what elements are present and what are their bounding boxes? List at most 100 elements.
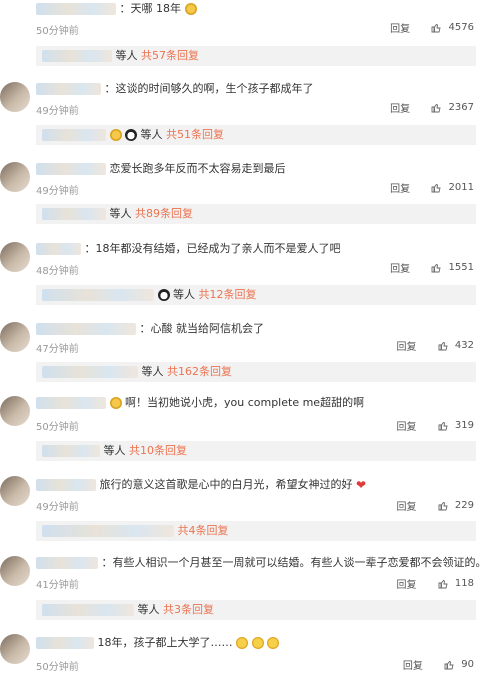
comment-7: 旅行的意义这首歌是心中的白月光，希望女神过的好 ❤ (36, 478, 476, 492)
reply-summary-text[interactable]: 共4条回复 (178, 524, 229, 537)
comment-time: 49分钟前 (36, 106, 79, 117)
avatar[interactable] (0, 162, 30, 192)
reply-summary[interactable]: 等人 共3条回复 (36, 600, 476, 620)
comment-5: ：心酸 就当给阿信机会了 (36, 322, 476, 336)
blurred-username[interactable] (36, 243, 81, 255)
reply-summary-text[interactable]: 等人 共10条回复 (104, 444, 188, 457)
chick-emoji-icon (109, 129, 122, 141)
blurred-username[interactable] (36, 397, 106, 409)
comment-text: ：心酸 就当给阿信机会了 (139, 322, 265, 335)
blurred-usernames (42, 445, 100, 457)
reply-summary[interactable]: 等人 共10条回复 (36, 441, 476, 461)
blurred-usernames (42, 604, 134, 616)
thumbs-up-icon[interactable] (438, 421, 448, 431)
comment-actions: 回复 4576 (390, 20, 474, 35)
reply-summary-text[interactable]: 等人 共12条回复 (173, 288, 257, 301)
like-count: 90 (461, 659, 474, 670)
blurred-usernames (42, 366, 138, 378)
reply-button[interactable]: 回复 (390, 104, 410, 115)
comment-text: 18年，孩子都上大学了…… (97, 636, 233, 649)
heart-emoji-icon: ❤ (356, 478, 367, 492)
comment-text: 恋爱长跑多年反而不太容易走到最后 (109, 162, 286, 175)
reply-button[interactable]: 回复 (390, 264, 410, 275)
reply-summary[interactable]: 等人 共162条回复 (36, 362, 476, 382)
comment-time: 41分钟前 (36, 580, 79, 591)
comment-6: 啊！当初她说小虎，you complete me超甜的啊 (36, 396, 476, 410)
blurred-username[interactable] (36, 323, 136, 335)
reply-summary[interactable]: 等人 共57条回复 (36, 46, 476, 66)
reply-summary-text[interactable]: 等人 共57条回复 (116, 49, 200, 62)
comment-text: ：这谈的时间够久的啊，生个孩子都成年了 (104, 82, 314, 95)
reply-button[interactable]: 回复 (403, 661, 423, 672)
comment-time: 50分钟前 (36, 26, 79, 37)
reply-summary-text[interactable]: 等人 共3条回复 (138, 603, 215, 616)
comment-3: 恋爱长跑多年反而不太容易走到最后 (36, 162, 476, 176)
comment-time: 49分钟前 (36, 186, 79, 197)
panda-emoji-icon (157, 289, 170, 301)
avatar[interactable] (0, 476, 30, 506)
comment-text: 旅行的意义这首歌是心中的白月光，希望女神过的好 (99, 478, 353, 491)
comment-actions: 回复 229 (397, 498, 474, 513)
reply-summary[interactable]: 等人 共89条回复 (36, 204, 476, 224)
laugh-emoji-icon (236, 637, 248, 649)
blurred-username[interactable] (36, 163, 106, 175)
comment-4: ：18年都没有结婚，已经成为了亲人而不是爱人了吧 (36, 242, 476, 256)
avatar[interactable] (0, 82, 30, 112)
blurred-username[interactable] (36, 83, 101, 95)
comment-time: 48分钟前 (36, 266, 79, 277)
comment-actions: 回复 90 (403, 657, 474, 672)
thumbs-up-icon[interactable] (444, 660, 454, 670)
comment-actions: 回复 432 (397, 338, 474, 353)
thumbs-up-icon[interactable] (431, 263, 441, 273)
comment-9: 18年，孩子都上大学了…… (36, 636, 476, 650)
avatar[interactable] (0, 242, 30, 272)
bulb-emoji-icon (184, 3, 197, 15)
reply-summary-text[interactable]: 等人 共51条回复 (141, 128, 225, 141)
comment-text: ：18年都没有结婚，已经成为了亲人而不是爱人了吧 (84, 242, 341, 255)
reply-button[interactable]: 回复 (397, 342, 417, 353)
blurred-username[interactable] (36, 557, 98, 569)
like-count: 4576 (448, 22, 474, 33)
like-count: 118 (454, 578, 474, 589)
reply-button[interactable]: 回复 (397, 502, 417, 513)
laugh-emoji-icon (267, 637, 279, 649)
reply-summary[interactable]: 共4条回复 (36, 521, 476, 541)
avatar[interactable] (0, 556, 30, 586)
avatar[interactable] (0, 396, 30, 426)
reply-button[interactable]: 回复 (390, 24, 410, 35)
blurred-username[interactable] (36, 479, 96, 491)
comment-time: 47分钟前 (36, 344, 79, 355)
like-count: 319 (454, 420, 474, 431)
comment-8: ：有些人相识一个月甚至一周就可以结婚。有些人谈一辈子恋爱都不会领证的。 (36, 556, 482, 570)
like-count: 1551 (448, 262, 474, 273)
comment-actions: 回复 2011 (390, 180, 474, 195)
thumbs-up-icon[interactable] (438, 579, 448, 589)
comment-actions: 回复 319 (397, 418, 474, 433)
avatar[interactable] (0, 634, 30, 664)
reply-button[interactable]: 回复 (397, 422, 417, 433)
comment-2: ：这谈的时间够久的啊，生个孩子都成年了 (36, 82, 476, 96)
reply-summary[interactable]: 等人 共12条回复 (36, 285, 476, 305)
reply-summary[interactable]: 等人 共51条回复 (36, 125, 476, 145)
reply-summary-text[interactable]: 等人 共162条回复 (142, 365, 233, 378)
blurred-usernames (42, 50, 112, 62)
blurred-username[interactable] (36, 637, 94, 649)
reply-button[interactable]: 回复 (390, 184, 410, 195)
thumbs-up-icon[interactable] (438, 501, 448, 511)
thumbs-up-icon[interactable] (431, 103, 441, 113)
avatar[interactable] (0, 322, 30, 352)
thumbs-up-icon[interactable] (431, 183, 441, 193)
reply-button[interactable]: 回复 (397, 580, 417, 591)
like-count: 432 (454, 340, 474, 351)
like-count: 2011 (448, 182, 474, 193)
blurred-username[interactable] (36, 3, 116, 15)
comment-time: 49分钟前 (36, 502, 79, 513)
comment-actions: 回复 118 (397, 576, 474, 591)
thumbs-up-icon[interactable] (431, 23, 441, 33)
comment-actions: 回复 1551 (390, 260, 474, 275)
thumbs-up-icon[interactable] (438, 341, 448, 351)
comment-time: 50分钟前 (36, 662, 79, 673)
blurred-usernames (42, 525, 174, 537)
reply-summary-text[interactable]: 等人 共89条回复 (110, 207, 194, 220)
blurred-usernames (42, 129, 106, 141)
